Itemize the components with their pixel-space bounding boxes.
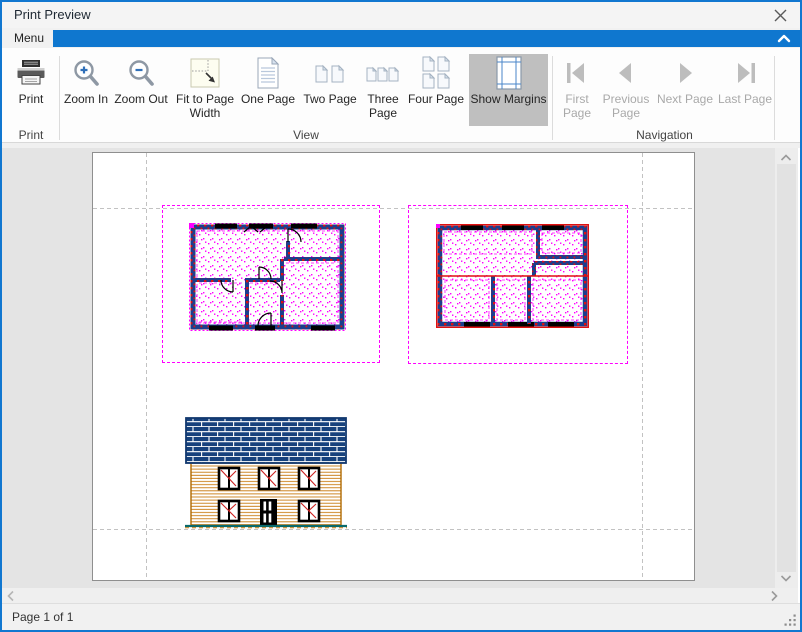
scroll-up-icon[interactable] [780,154,792,162]
drawing-viewport-right [408,205,628,364]
scroll-right-icon[interactable] [770,590,778,602]
previous-page-icon [612,60,640,86]
button-label: Two Page [303,92,356,106]
group-label-view: View [62,128,550,142]
scroll-left-icon[interactable] [7,590,15,602]
fit-page-width-icon [190,58,220,88]
menu-button[interactable]: Menu [14,31,44,45]
preview-area[interactable] [2,148,775,588]
last-page-button[interactable]: Last Page [716,54,774,126]
title-bar: Print Preview [2,2,800,28]
button-label: Last Page [718,92,772,106]
resize-grip[interactable] [783,613,797,627]
two-page-button[interactable]: Two Page [299,54,361,126]
four-page-button[interactable]: Four Page [406,54,466,126]
next-page-button[interactable]: Next Page [653,54,717,126]
button-label: One Page [241,92,295,106]
ribbon-toolbar: Print Zoom In Zoom Out [2,48,800,143]
previous-page-button[interactable]: Previous Page [599,54,653,126]
show-margins-button[interactable]: Show Margins [469,54,548,126]
group-separator [59,56,60,140]
floor-plan-left [189,223,346,331]
print-button[interactable]: Print [8,54,54,126]
chevron-up-icon[interactable] [777,34,791,43]
menu-bar: Menu [2,28,800,48]
zoom-in-button[interactable]: Zoom In [62,54,110,126]
button-label: Fit to Page Width [172,92,238,120]
page-indicator: Page 1 of 1 [12,610,73,624]
fit-to-page-width-button[interactable]: Fit to Page Width [172,54,238,126]
drawing-viewport-left [162,205,380,363]
button-label: First Page [555,92,599,120]
three-page-button[interactable]: Three Page [361,54,405,126]
first-page-icon [563,60,591,86]
margin-line-left [146,153,147,580]
zoom-in-icon [72,58,100,88]
floor-plan-right [436,224,589,328]
close-icon [774,9,787,22]
margin-line-bottom [93,529,694,530]
button-label: Print [19,92,44,106]
group-separator [774,56,775,140]
group-label-print: Print [8,128,54,142]
print-preview-window: Print Preview Menu Print [0,0,802,632]
last-page-icon [731,60,759,86]
button-label: Show Margins [470,92,546,106]
one-page-button[interactable]: One Page [238,54,298,126]
button-label: Zoom Out [114,92,167,106]
zoom-out-button[interactable]: Zoom Out [112,54,170,126]
ribbon-header-bar[interactable] [53,30,800,47]
button-label: Three Page [361,92,405,120]
two-page-icon [314,57,346,89]
horizontal-scrollbar[interactable] [2,588,798,603]
zoom-out-icon [127,58,155,88]
margin-line-right [642,153,643,580]
button-label: Zoom In [64,92,108,106]
preview-page [92,152,695,581]
three-page-icon [366,57,400,89]
scroll-down-icon[interactable] [780,574,792,582]
button-label: Next Page [657,92,713,106]
vertical-scrollbar-thumb[interactable] [777,164,796,572]
button-label: Previous Page [599,92,653,120]
group-label-navigation: Navigation [555,128,774,142]
printer-icon [16,59,46,87]
window-title: Print Preview [14,7,91,22]
four-page-icon [421,56,451,90]
status-bar: Page 1 of 1 [2,603,800,630]
button-label: Four Page [408,92,464,106]
house-front-elevation [185,417,347,529]
next-page-icon [671,60,699,86]
close-button[interactable] [770,6,790,24]
show-margins-icon [494,56,524,90]
one-page-icon [255,57,281,89]
first-page-button[interactable]: First Page [555,54,599,126]
vertical-scrollbar[interactable] [775,148,798,588]
group-separator [552,56,553,140]
